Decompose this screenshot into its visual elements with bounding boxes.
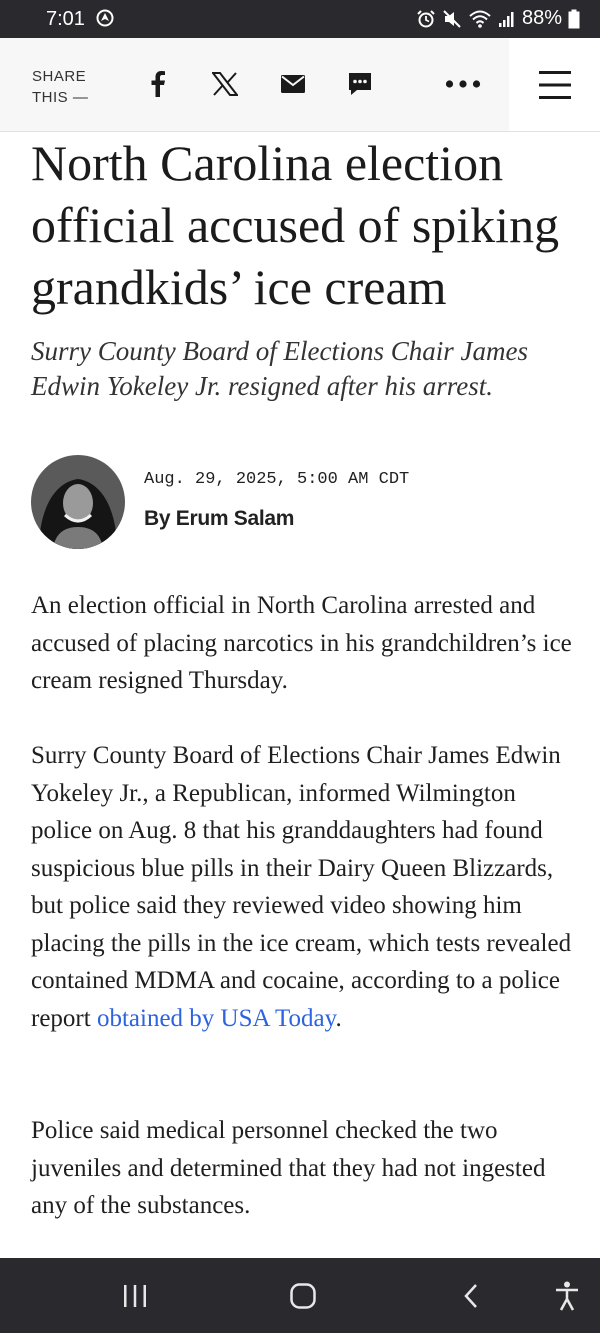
home-icon [290, 1283, 316, 1309]
system-nav-bar [0, 1258, 600, 1333]
paragraph-2: Surry County Board of Elections Chair Ja… [31, 737, 576, 1037]
battery-percent: 88% [521, 7, 562, 29]
location-icon [96, 9, 114, 27]
accessibility-button[interactable] [549, 1278, 585, 1314]
mute-icon [443, 9, 461, 28]
email-icon[interactable] [275, 66, 311, 102]
signal-icon [498, 11, 514, 27]
author-name[interactable]: By Erum Salam [144, 507, 294, 531]
author-avatar[interactable] [31, 455, 125, 549]
alarm-icon [417, 9, 435, 27]
status-bar: 7:01 88% [0, 0, 600, 38]
facebook-icon[interactable] [140, 66, 176, 102]
status-time: 7:01 [46, 8, 85, 30]
paragraph-1: An election official in North Carolina a… [31, 592, 572, 694]
menu-icon [538, 70, 571, 99]
wifi-icon [469, 10, 491, 28]
back-button[interactable] [453, 1278, 489, 1314]
paragraph-2-text: Surry County Board of Elections Chair Ja… [31, 742, 572, 1032]
comment-icon[interactable] [342, 66, 378, 102]
article-dek: Surry County Board of Elections Chair Ja… [31, 336, 528, 401]
menu-button[interactable] [509, 38, 600, 131]
usa-today-link[interactable]: obtained by USA Today [97, 1005, 336, 1032]
home-button[interactable] [285, 1278, 321, 1314]
article-headline: North Carolina election official accused… [31, 135, 560, 315]
accessibility-icon [556, 1281, 578, 1311]
share-label: SHARE THIS — [32, 68, 89, 106]
battery-icon [568, 9, 580, 28]
x-icon[interactable] [207, 66, 243, 102]
back-icon [464, 1284, 477, 1308]
publish-date: Aug. 29, 2025, 5:00 AM CDT [144, 470, 410, 489]
paragraph-2-end: . [335, 1004, 342, 1032]
more-icon[interactable] [445, 66, 481, 102]
share-bar: SHARE THIS — [0, 38, 600, 132]
paragraph-3: Police said medical personnel checked th… [31, 1117, 546, 1219]
recent-apps-icon [124, 1285, 146, 1307]
recent-apps-button[interactable] [117, 1278, 153, 1314]
